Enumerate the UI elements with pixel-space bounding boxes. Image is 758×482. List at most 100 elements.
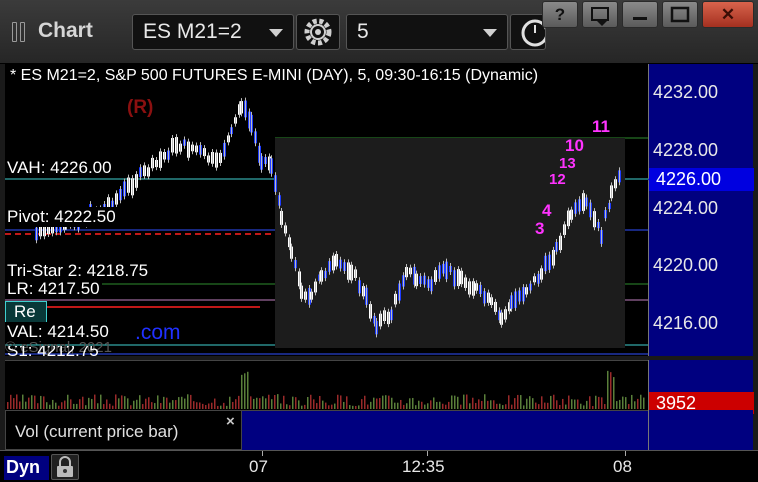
- volume-bar: [397, 402, 399, 409]
- volume-study-panel[interactable]: Vol (current price bar) ×: [5, 410, 242, 450]
- volume-bar: [190, 394, 192, 409]
- volume-bar: [349, 405, 351, 409]
- volume-bar: [460, 404, 462, 409]
- volume-bar: [436, 401, 438, 409]
- volume-bar: [364, 395, 366, 409]
- volume-bar: [565, 404, 567, 409]
- volume-bar: [223, 402, 225, 409]
- volume-bar: [385, 395, 387, 409]
- volume-bar: [322, 400, 324, 409]
- volume-bar: [526, 398, 528, 409]
- volume-bar: [601, 397, 603, 409]
- volume-bar: [541, 396, 543, 409]
- price-tick-label: 4224.00: [653, 198, 719, 218]
- volume-bar: [523, 405, 525, 409]
- volume-bar: [37, 403, 39, 409]
- volume-bar: [244, 373, 246, 409]
- volume-bar: [13, 398, 15, 409]
- volume-bar: [481, 400, 483, 409]
- volume-bar: [124, 396, 126, 409]
- price-tick-label: 4232.00: [653, 82, 719, 102]
- volume-bar: [469, 403, 471, 409]
- volume-bar: [337, 394, 339, 409]
- volume-bar: [40, 395, 42, 409]
- chevron-down-icon: [269, 29, 283, 37]
- volume-bar: [361, 399, 363, 409]
- lock-button[interactable]: [51, 454, 79, 480]
- volume-bar: [268, 394, 270, 409]
- volume-bar: [448, 401, 450, 409]
- volume-bar: [118, 398, 120, 409]
- volume-bar: [262, 396, 264, 409]
- volume-bar: [22, 394, 24, 409]
- volume-bar: [610, 372, 612, 409]
- volume-bar: [358, 405, 360, 409]
- pivot-label: Pivot: 4222.50: [5, 207, 118, 227]
- volume-bar: [538, 404, 540, 409]
- close-button[interactable]: ✕: [702, 1, 754, 28]
- volume-bar: [568, 395, 570, 409]
- help-button[interactable]: ?: [542, 1, 578, 28]
- volume-bar: [325, 402, 327, 409]
- window-titlebar: Chart ES M21=2 5 ? ✕: [0, 0, 758, 64]
- window-title: Chart: [38, 19, 93, 42]
- volume-bar: [238, 395, 240, 409]
- settings-button[interactable]: [296, 14, 340, 50]
- volume-bar: [145, 398, 147, 409]
- volume-bar: [55, 402, 57, 409]
- volume-bar: [400, 399, 402, 409]
- volume-bar: [373, 397, 375, 409]
- close-icon[interactable]: ×: [226, 413, 235, 430]
- volume-bar: [52, 399, 54, 409]
- volume-bar: [235, 399, 237, 409]
- volume-bar: [493, 400, 495, 409]
- symbol-dropdown[interactable]: ES M21=2: [132, 14, 294, 50]
- maximize-button[interactable]: [662, 1, 698, 28]
- volume-bar: [592, 405, 594, 409]
- empty-study-axis: [648, 410, 753, 450]
- volume-bar: [19, 401, 21, 409]
- symbol-value: ES M21=2: [143, 20, 242, 43]
- window-menu-button[interactable]: [582, 1, 618, 28]
- volume-bar: [166, 397, 168, 409]
- interval-dropdown[interactable]: 5: [346, 14, 508, 50]
- volume-bar: [280, 403, 282, 409]
- price-axis[interactable]: 4232.00 4228.00 4224.00 4220.00 4216.00 …: [648, 64, 754, 356]
- volume-bar: [220, 405, 222, 409]
- volume-bar: [67, 394, 69, 409]
- dynamic-mode-label[interactable]: Dyn: [4, 456, 49, 480]
- volume-bar: [208, 403, 210, 409]
- volume-bar: [328, 405, 330, 409]
- volume-axis[interactable]: 3952: [648, 360, 754, 414]
- volume-bar: [271, 399, 273, 409]
- volume-bar: [301, 405, 303, 409]
- volume-bar: [127, 398, 129, 409]
- volume-bar: [439, 401, 441, 409]
- drag-handle-icon[interactable]: [12, 22, 34, 42]
- minimize-button[interactable]: [622, 1, 658, 28]
- volume-bar: [175, 400, 177, 409]
- time-axis[interactable]: Dyn 07 12:35 08: [0, 450, 758, 482]
- volume-bar: [109, 403, 111, 409]
- volume-bar: [427, 403, 429, 409]
- volume-bar: [169, 402, 171, 409]
- volume-bar: [622, 396, 624, 409]
- volume-bar: [637, 398, 639, 409]
- volume-bar: [529, 396, 531, 409]
- volume-bar: [457, 396, 459, 409]
- volume-bar: [34, 395, 36, 409]
- volume-pane[interactable]: [5, 360, 648, 410]
- price-chart[interactable]: * ES M21=2, S&P 500 FUTURES E-MINI (DAY)…: [5, 64, 648, 356]
- volume-bar: [85, 405, 87, 409]
- volume-bar: [295, 397, 297, 409]
- lr-label: LR: 4217.50: [5, 279, 102, 299]
- volume-bar: [151, 402, 153, 409]
- volume-bar: [241, 374, 243, 409]
- time-tick: [625, 451, 626, 456]
- current-price-badge: 4226.00: [648, 168, 754, 191]
- volume-bar: [343, 401, 345, 409]
- volume-bar: [10, 394, 12, 409]
- volume-bar: [289, 405, 291, 409]
- time-tick: [427, 451, 428, 456]
- volume-bar: [463, 394, 465, 409]
